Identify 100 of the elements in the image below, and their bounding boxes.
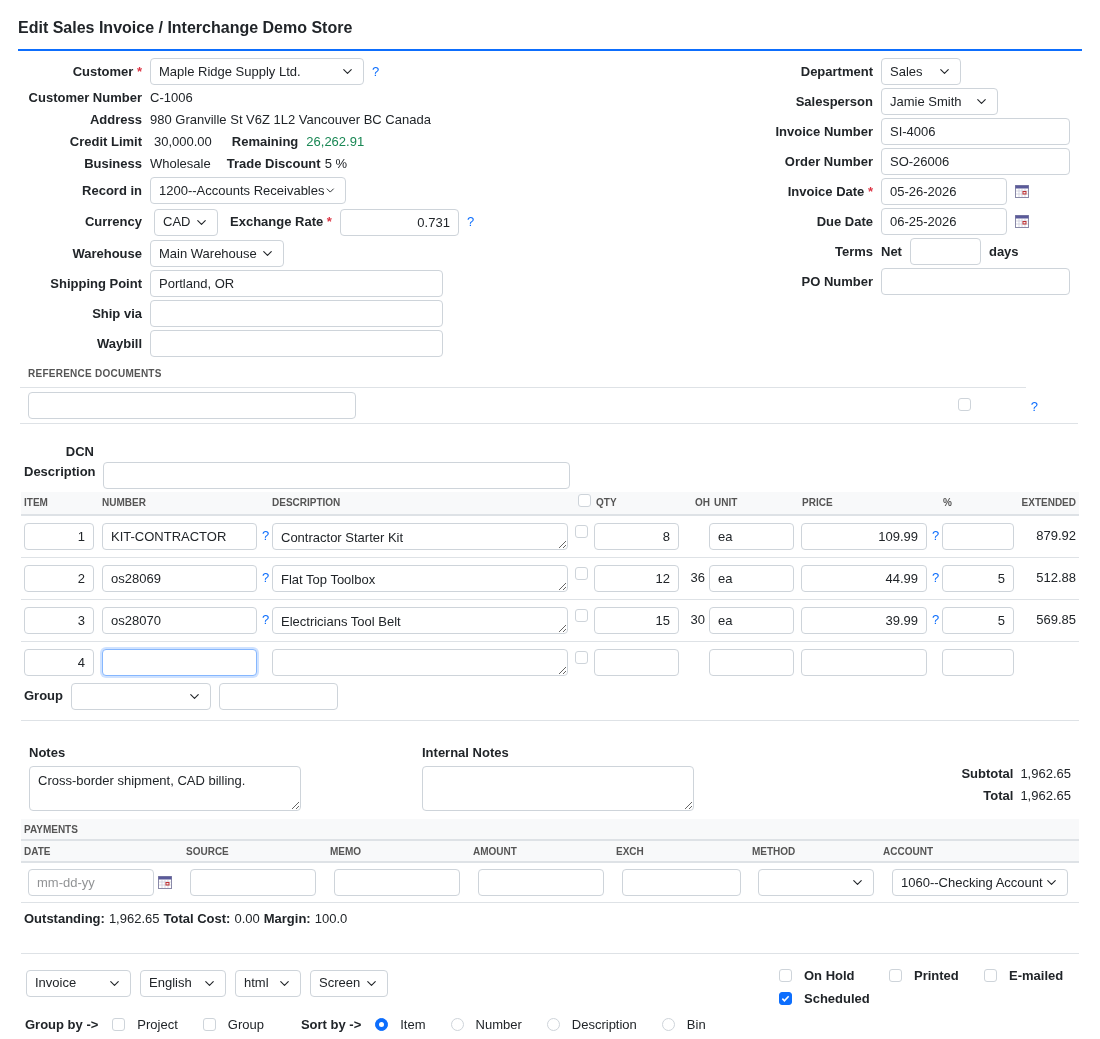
currency-select[interactable]: CAD <box>154 208 218 236</box>
column-header: ACCOUNT <box>883 844 933 859</box>
reference-field[interactable] <box>28 392 356 419</box>
order-number-field[interactable]: SO-26006 <box>881 148 1070 175</box>
on-hand-value: 36 <box>690 569 705 585</box>
help-link[interactable]: ? <box>932 568 940 588</box>
field-label: Exchange Rate * <box>230 213 332 232</box>
unit-field[interactable]: ea <box>709 606 794 634</box>
field-label: Shipping Point <box>49 274 142 293</box>
terms-days-field[interactable] <box>909 238 981 265</box>
salesperson-select[interactable]: Jamie Smith <box>881 88 998 115</box>
part-number-field[interactable]: os28069 <box>102 564 257 592</box>
field-label: Sort by -> <box>300 1015 362 1034</box>
price-field[interactable]: 44.99 <box>801 564 927 592</box>
part-number-field[interactable] <box>102 648 257 676</box>
on-hand-value: 30 <box>690 611 705 627</box>
print-option-select[interactable]: Invoice <box>26 969 131 997</box>
price-field[interactable] <box>801 648 927 676</box>
radio-label: Bin <box>686 1015 706 1034</box>
method-select[interactable] <box>758 869 874 896</box>
item-field[interactable]: 4 <box>24 648 94 676</box>
customer-select[interactable]: Maple Ridge Supply Ltd. <box>150 58 364 85</box>
date-field[interactable]: 05-26-2026 <box>881 178 1007 205</box>
price-field[interactable]: 109.99 <box>801 522 927 550</box>
price-field[interactable]: 39.99 <box>801 606 927 634</box>
field-label: Trade Discount <box>226 155 321 174</box>
description-field[interactable]: Contractor Starter Kit <box>272 522 568 550</box>
memo-field[interactable] <box>334 869 460 896</box>
summary-value: 1,962.65 <box>108 910 160 928</box>
account-select[interactable]: 1060--Checking Account <box>892 869 1068 896</box>
quantity-field[interactable]: 15 <box>594 606 679 634</box>
help-link[interactable]: ? <box>262 568 270 588</box>
date-field[interactable]: 06-25-2026 <box>881 208 1007 235</box>
quantity-field[interactable]: 8 <box>594 522 679 550</box>
discount-field[interactable]: 5 <box>942 564 1014 592</box>
radio-button[interactable] <box>375 1017 389 1031</box>
help-link[interactable]: ? <box>1030 398 1038 414</box>
print-option-select[interactable]: English <box>140 969 226 997</box>
item-field[interactable]: 2 <box>24 564 94 592</box>
help-link[interactable]: ? <box>466 212 475 232</box>
invoice-number-field[interactable]: SI-4006 <box>881 118 1070 145</box>
description-field[interactable] <box>272 648 568 676</box>
description-field[interactable] <box>103 461 570 489</box>
field-value: 26,262.91 <box>306 132 365 151</box>
checkbox-label: Group <box>227 1015 264 1034</box>
print-option-select[interactable]: Screen <box>310 969 388 997</box>
po-number-field[interactable] <box>881 268 1070 295</box>
checkbox[interactable] <box>779 992 792 1006</box>
item-field[interactable]: 3 <box>24 606 94 634</box>
part-number-field[interactable]: os28070 <box>102 606 257 634</box>
exchange-field[interactable] <box>622 869 741 896</box>
column-header: SOURCE <box>186 844 230 859</box>
field-label: PO Number <box>800 272 873 291</box>
discount-field[interactable] <box>942 522 1014 550</box>
notes-field[interactable]: Cross-border shipment, CAD billing. <box>29 766 301 811</box>
field-label: Remaining <box>231 132 299 151</box>
text-field[interactable] <box>150 330 443 357</box>
field-label: Salesperson <box>794 92 873 111</box>
discount-field[interactable] <box>942 648 1014 676</box>
summary-label: Outstanding: <box>24 910 105 928</box>
unit-field[interactable] <box>709 648 794 676</box>
help-link[interactable]: ? <box>932 610 940 630</box>
checkbox-label: Printed <box>914 966 959 985</box>
print-option-select[interactable]: html <box>235 969 301 997</box>
date-field[interactable]: mm-dd-yy <box>28 869 154 896</box>
radio-label: Number <box>475 1015 522 1034</box>
group-field[interactable] <box>219 682 338 710</box>
description-field[interactable]: Flat Top Toolbox <box>272 564 568 592</box>
extended-amount: 569.85 <box>1036 611 1076 627</box>
discount-field[interactable]: 5 <box>942 606 1014 634</box>
part-number-field[interactable]: KIT-CONTRACTOR <box>102 522 257 550</box>
column-header: METHOD <box>752 844 797 859</box>
help-link[interactable]: ? <box>932 526 940 546</box>
department-select[interactable]: Sales <box>881 58 961 85</box>
amount-field[interactable] <box>478 869 604 896</box>
quantity-field[interactable]: 12 <box>594 564 679 592</box>
group-select[interactable] <box>71 682 211 710</box>
internal-notes-field[interactable] <box>422 766 694 811</box>
description-field[interactable]: Electricians Tool Belt <box>272 606 568 634</box>
help-link[interactable]: ? <box>262 526 270 546</box>
field-label: Customer * <box>71 62 142 81</box>
field-label: Due Date <box>815 212 873 231</box>
account-select[interactable]: 1200--Accounts Receivables <box>150 177 346 204</box>
total-label: Subtotal <box>961 764 1014 783</box>
text-field[interactable] <box>150 300 443 327</box>
text-field[interactable]: Portland, OR <box>150 270 443 297</box>
field-value: 5 % <box>324 155 348 174</box>
warehouse-select[interactable]: Main Warehouse <box>150 240 284 267</box>
help-link[interactable]: ? <box>262 610 270 630</box>
summary-value: 0.00 <box>234 910 260 928</box>
unit-field[interactable]: ea <box>709 522 794 550</box>
unit-field[interactable]: ea <box>709 564 794 592</box>
summary-label: Total Cost: <box>163 910 231 928</box>
item-field[interactable]: 1 <box>24 522 94 550</box>
help-link[interactable]: ? <box>372 61 380 82</box>
field-label: Warehouse <box>71 244 142 263</box>
section-heading: PAYMENTS <box>24 822 78 837</box>
quantity-field[interactable] <box>594 648 679 676</box>
source-field[interactable] <box>190 869 316 896</box>
exchange-rate-field[interactable]: 0.731 <box>339 208 459 236</box>
